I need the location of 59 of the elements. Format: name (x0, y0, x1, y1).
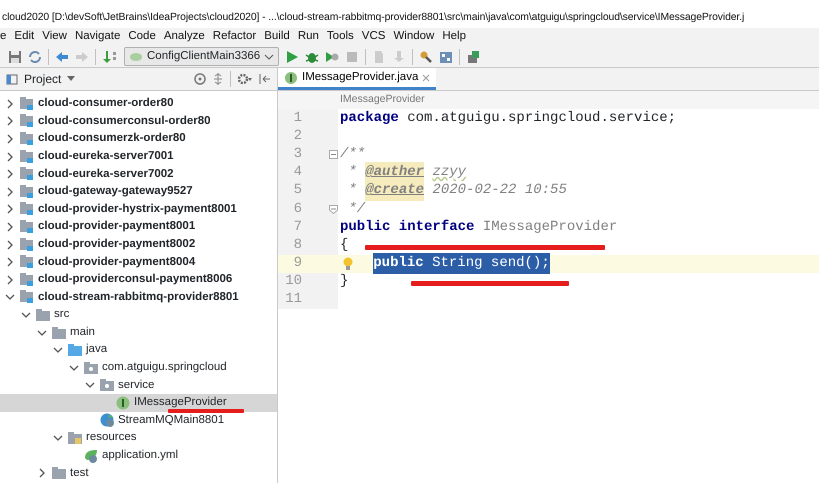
code-line: * @create 2020-02-22 10:55 (338, 180, 567, 202)
code-line: */ (347, 200, 366, 219)
code-line: { (339, 236, 348, 255)
menu-item[interactable]: Analyze (160, 28, 209, 46)
tree-item[interactable]: IMessageProvider (0, 394, 277, 412)
tree-item[interactable]: com.atguigu.springcloud (0, 358, 277, 376)
tree-item[interactable]: java (0, 341, 277, 359)
run-config-dropdown[interactable]: ConfigClientMain3366 (124, 47, 280, 66)
menu-item[interactable]: Run (294, 28, 323, 46)
line-number: 10 (284, 272, 302, 292)
tree-item[interactable]: service (0, 376, 277, 394)
line-number: 3 (292, 144, 302, 164)
tree-item[interactable]: cloud-provider-hystrix-payment8001 (0, 200, 277, 218)
menu-item[interactable]: VCS (358, 28, 390, 46)
tree-item[interactable]: resources (0, 429, 277, 447)
line-number: 5 (292, 181, 302, 200)
menu-item[interactable]: Window (389, 28, 438, 46)
tree-item[interactable]: cloud-provider-payment8004 (0, 253, 277, 271)
tree-item[interactable]: application.yml (0, 446, 277, 464)
line-number: 7 (292, 218, 302, 237)
menu-item[interactable]: Navigate (70, 28, 124, 46)
line-number: 9 (292, 254, 302, 274)
code-line: package com.atguigu.springcloud.service; (339, 108, 676, 128)
window-title: cloud2020 [D:\devSoft\JetBrains\IdeaProjects\cloud2020] - ...\cloud-stream-rabbitmq-provider8801\src\main\java\com\atguigu\springcloud\service\IMessageProvider.j (1, 11, 746, 25)
line-number: 6 (292, 200, 302, 219)
menu-item[interactable]: Code (124, 28, 160, 46)
code-line: public interface IMessageProvider (339, 218, 618, 237)
code-line: } (339, 272, 348, 292)
tree-item[interactable]: cloud-providerconsul-payment8006 (0, 270, 277, 289)
tree-item[interactable]: cloud-consumerzk-order80 (0, 130, 277, 148)
tree-item[interactable]: cloud-stream-rabbitmq-provider8801 (0, 288, 277, 306)
selected-code: public String send(); (373, 253, 550, 274)
menu-item[interactable]: Edit (10, 28, 38, 46)
tree-item[interactable]: test (0, 464, 277, 482)
menu-item[interactable]: Tools (322, 28, 358, 46)
file-tab[interactable]: IMessageProvider.java (278, 68, 436, 90)
breadcrumb[interactable]: IMessageProvider (278, 91, 819, 109)
tree-item[interactable]: cloud-eureka-server7001 (0, 148, 277, 166)
line-number: 2 (292, 126, 302, 146)
menu-item[interactable]: Build (260, 28, 294, 46)
tree-item[interactable]: cloud-consumer-order80 (0, 95, 277, 113)
line-number: 4 (292, 163, 302, 182)
tree-item[interactable]: cloud-eureka-server7002 (0, 165, 277, 183)
tree-item[interactable]: main (0, 324, 277, 342)
tree-item[interactable]: src (0, 306, 277, 324)
tree-item[interactable]: cloud-provider-payment8001 (0, 218, 277, 236)
line-number: 8 (292, 236, 302, 255)
tree-item[interactable]: cloud-gateway-gateway9527 (0, 182, 277, 201)
line-number: 1 (292, 108, 302, 128)
menu-item[interactable]: View (38, 28, 71, 46)
menu-item[interactable]: e (0, 28, 10, 46)
menu-item[interactable]: Help (438, 28, 470, 46)
code-line: /** (339, 144, 366, 164)
tree-item[interactable]: StreamMQMain8801 (0, 412, 277, 430)
tree-item[interactable]: cloud-provider-payment8002 (0, 236, 277, 254)
tree-item[interactable]: cloud-consumerconsul-order80 (0, 112, 277, 130)
line-number: 11 (284, 290, 302, 310)
panel-title[interactable]: Project (24, 70, 62, 88)
menu-item[interactable]: Refactor (208, 28, 260, 46)
